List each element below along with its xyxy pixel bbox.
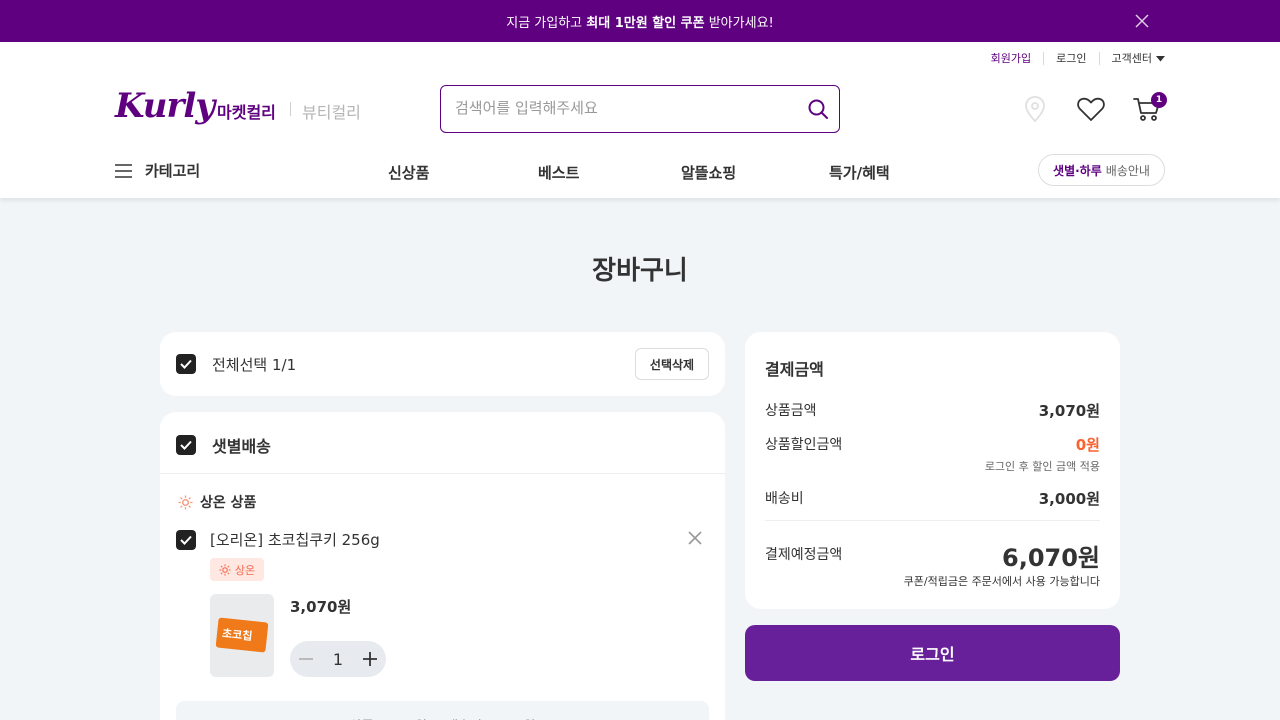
kurly-logo[interactable]: Kurly	[115, 86, 215, 126]
nav-new-products[interactable]: 신상품	[388, 162, 429, 183]
location-pin-icon[interactable]	[1019, 93, 1051, 125]
discount-note: 로그인 후 할인 금액 적용	[984, 460, 1100, 473]
group-subtotal: 상품 3,070원 + 배송비 3,000원	[176, 701, 709, 720]
quantity-value: 1	[332, 649, 344, 669]
support-link[interactable]: 고객센터	[1098, 52, 1165, 65]
total-note: 쿠폰/적립금은 주문서에서 사용 가능합니다	[903, 575, 1100, 588]
nav-best[interactable]: 베스트	[538, 162, 579, 183]
product-thumbnail[interactable]: 초코칩	[210, 594, 274, 677]
total-label: 결제예정금액	[765, 547, 843, 563]
total-value: 6,070원	[1002, 544, 1100, 572]
page-title: 장바구니	[592, 256, 688, 286]
quantity-stepper: 1	[290, 641, 386, 677]
login-link[interactable]: 로그인	[1043, 52, 1098, 65]
delivery-info-button[interactable]: 샛별·하루 배송안내	[1038, 154, 1165, 186]
cart-group: 샛별배송 상온 상품 [오리온] 초코칩쿠키 256g 상온 초코칩 3,070…	[160, 412, 725, 720]
nav-special-offers[interactable]: 특가/혜택	[829, 162, 890, 183]
check-icon	[180, 535, 192, 545]
product-amount-value: 3,070원	[1038, 402, 1100, 420]
storage-tag: 상온	[210, 558, 264, 581]
select-all-bar: 전체선택 1/1 선택삭제	[160, 332, 725, 396]
remove-item-icon[interactable]	[687, 530, 703, 546]
caret-down-icon	[1156, 55, 1165, 61]
check-icon	[180, 359, 192, 369]
select-all-checkbox[interactable]	[176, 354, 196, 374]
product-amount-label: 상품금액	[765, 403, 817, 419]
divider	[290, 102, 291, 116]
header: 회원가입 로그인 고객센터 Kurly 마켓컬리 뷰티컬리 1 카테고리 신상품…	[0, 42, 1280, 198]
beauty-kurly-tab[interactable]: 뷰티컬리	[302, 99, 361, 123]
plus-icon[interactable]	[362, 651, 378, 667]
nav-bargain[interactable]: 알뜰쇼핑	[681, 162, 736, 183]
divider	[765, 520, 1100, 521]
select-all-label: 전체선택 1/1	[212, 356, 297, 374]
product-name[interactable]: [오리온] 초코칩쿠키 256g	[210, 529, 380, 550]
utility-menu: 회원가입 로그인 고객센터	[979, 52, 1165, 65]
storage-header: 상온 상품	[178, 492, 256, 512]
delete-selected-button[interactable]: 선택삭제	[635, 348, 709, 380]
discount-value: 0원	[1075, 436, 1100, 454]
promo-text: 지금 가입하고 최대 1만원 할인 쿠폰 받아가세요!	[506, 15, 774, 31]
item-checkbox[interactable]	[176, 530, 196, 550]
sun-icon	[219, 563, 231, 576]
payment-title: 결제금액	[765, 360, 824, 379]
divider	[160, 473, 725, 474]
signup-link[interactable]: 회원가입	[979, 52, 1043, 65]
cart-count-badge: 1	[1151, 92, 1167, 108]
minus-icon[interactable]	[298, 651, 314, 667]
check-icon	[180, 440, 192, 450]
category-label: 카테고리	[145, 162, 201, 180]
shipping-label: 배송비	[765, 491, 804, 507]
search-box	[440, 85, 840, 133]
product-package-image: 초코칩	[215, 617, 269, 653]
sun-icon	[178, 494, 193, 510]
search-input[interactable]	[455, 99, 795, 117]
hamburger-icon	[115, 163, 132, 178]
search-icon[interactable]	[807, 98, 829, 120]
discount-label: 상품할인금액	[765, 437, 843, 453]
heart-icon[interactable]	[1075, 93, 1107, 125]
category-menu[interactable]: 카테고리	[115, 160, 200, 181]
shipping-value: 3,000원	[1038, 490, 1100, 508]
group-checkbox[interactable]	[176, 435, 196, 455]
close-icon[interactable]	[1132, 11, 1152, 31]
group-title: 샛별배송	[212, 437, 271, 456]
login-button[interactable]: 로그인	[745, 625, 1120, 681]
promo-banner[interactable]: 지금 가입하고 최대 1만원 할인 쿠폰 받아가세요!	[0, 0, 1280, 42]
product-price: 3,070원	[290, 598, 352, 616]
payment-summary: 결제금액 상품금액 3,070원 상품할인금액 0원 로그인 후 할인 금액 적…	[745, 332, 1120, 609]
market-kurly-tab[interactable]: 마켓컬리	[217, 99, 276, 123]
